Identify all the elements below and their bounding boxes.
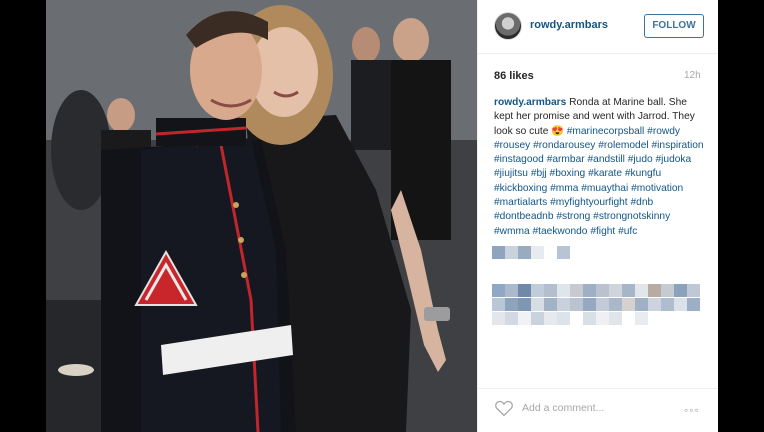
obscured-comment-4 <box>492 312 648 325</box>
hashtag-link[interactable]: #boxing <box>550 168 586 179</box>
hashtag-link[interactable]: #fight <box>590 226 615 237</box>
hashtag-link[interactable]: #marinecorpsball <box>567 126 645 137</box>
caption-username-link[interactable]: rowdy.armbars <box>494 97 566 108</box>
photo-illustration <box>46 0 477 432</box>
hashtag-link[interactable]: #instagood <box>494 154 544 165</box>
hashtag-link[interactable]: #judoka <box>656 154 692 165</box>
hashtag-link[interactable]: #wmma <box>494 226 530 237</box>
obscured-comment-1 <box>492 246 570 259</box>
hashtag-link[interactable]: #inspiration <box>652 140 704 151</box>
hashtag-link[interactable]: #rowdy <box>647 126 680 137</box>
hashtag-link[interactable]: #armbar <box>547 154 585 165</box>
hashtag-link[interactable]: #dontbeadnb <box>494 211 554 222</box>
hashtag-link[interactable]: #karate <box>588 168 622 179</box>
hashtag-link[interactable]: #rolemodel <box>598 140 648 151</box>
post-timestamp[interactable]: 12h <box>684 70 701 81</box>
hashtag-link[interactable]: #taekwondo <box>533 226 588 237</box>
comment-input[interactable]: Add a comment... <box>522 402 604 414</box>
post-photo[interactable] <box>46 0 477 432</box>
follow-button[interactable]: FOLLOW <box>644 14 704 38</box>
heart-icon[interactable] <box>494 399 514 417</box>
hashtag-link[interactable]: #motivation <box>631 183 683 194</box>
hashtag-link[interactable]: #strong <box>556 211 590 222</box>
hashtag-link[interactable]: #andstill <box>587 154 624 165</box>
obscured-comment-3 <box>492 298 700 311</box>
comment-bar: Add a comment... ◦◦◦ <box>478 388 719 432</box>
hashtag-link[interactable]: #myfightyourfight <box>550 197 628 208</box>
hashtag-link[interactable]: #dnb <box>630 197 653 208</box>
avatar-icon[interactable] <box>494 12 522 40</box>
screenshot-frame: rowdy.armbars FOLLOW 86 likes 12h rowdy.… <box>0 0 764 432</box>
hashtag-link[interactable]: #kungfu <box>625 168 661 179</box>
hashtag-link[interactable]: #mma <box>550 183 578 194</box>
hashtag-link[interactable]: #rousey <box>494 140 530 151</box>
post-sidebar: rowdy.armbars FOLLOW 86 likes 12h rowdy.… <box>477 0 719 432</box>
likes-count[interactable]: 86 likes <box>494 70 534 82</box>
hashtag-link[interactable]: #bjj <box>531 168 547 179</box>
more-icon[interactable]: ◦◦◦ <box>684 404 700 416</box>
hashtag-link[interactable]: #kickboxing <box>494 183 547 194</box>
hashtag-link[interactable]: #jiujitsu <box>494 168 528 179</box>
hashtag-list: #marinecorpsball #rowdy #rousey #rondaro… <box>494 126 704 237</box>
obscured-comment-2 <box>492 284 700 297</box>
header-username-link[interactable]: rowdy.armbars <box>530 19 608 31</box>
right-margin <box>718 0 764 432</box>
post-header: rowdy.armbars FOLLOW <box>478 0 719 54</box>
hashtag-link[interactable]: #rondarousey <box>533 140 595 151</box>
post-caption: rowdy.armbars Ronda at Marine ball. She … <box>494 96 708 239</box>
hashtag-link[interactable]: #ufc <box>618 226 637 237</box>
hashtag-link[interactable]: #martialarts <box>494 197 547 208</box>
hashtag-link[interactable]: #muaythai <box>581 183 628 194</box>
hashtag-link[interactable]: #judo <box>628 154 653 165</box>
hashtag-link[interactable]: #strongnotskinny <box>593 211 670 222</box>
